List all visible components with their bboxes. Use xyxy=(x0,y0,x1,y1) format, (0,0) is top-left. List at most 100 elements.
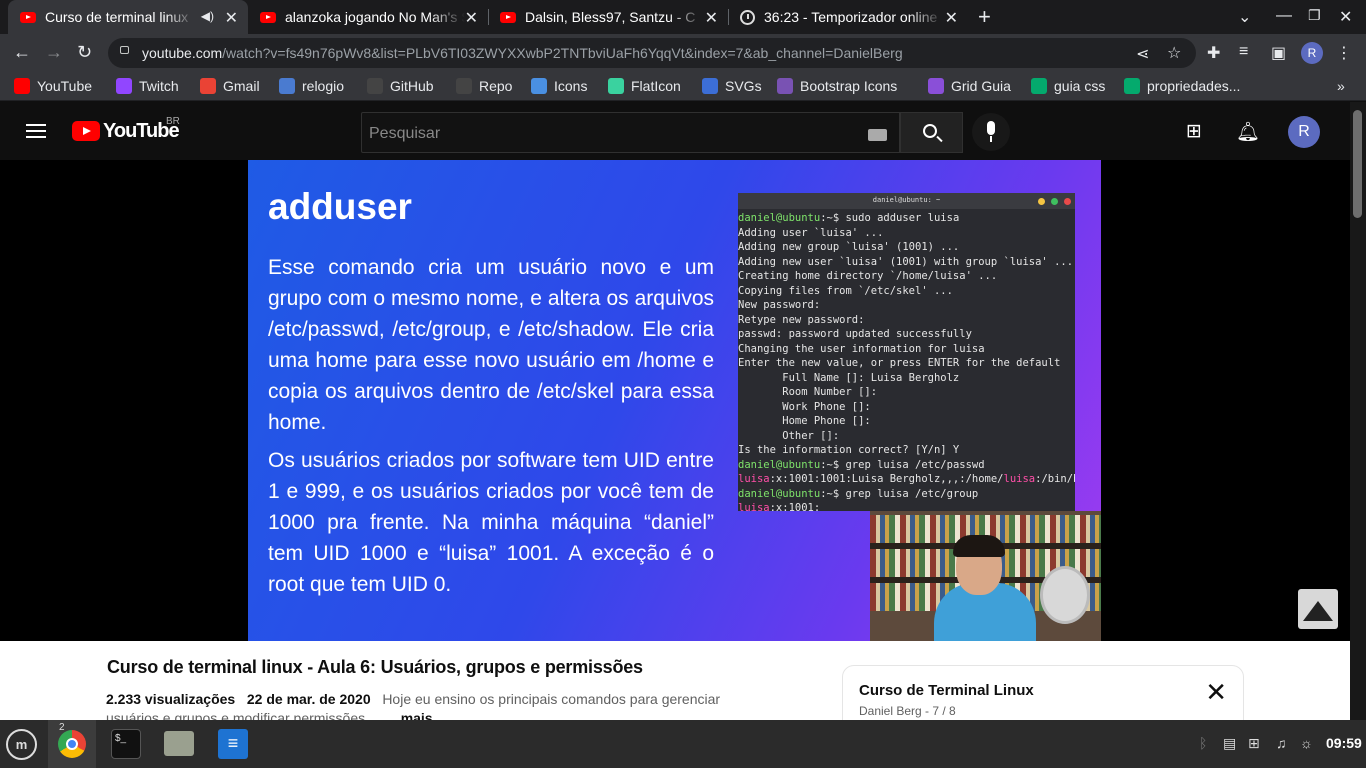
tab-curso-terminal[interactable]: Curso de terminal linux ◀) ✕ xyxy=(8,0,248,34)
terminal-minimize-dot xyxy=(1038,198,1045,205)
terminal-text: Adding new group `luisa' (1001) ... xyxy=(738,241,960,253)
media-control-icon[interactable]: ≡ xyxy=(1239,43,1248,61)
maximize-icon[interactable]: ❐ xyxy=(1308,7,1321,24)
bookmark-star-icon[interactable]: ☆ xyxy=(1167,43,1181,63)
playlist-title[interactable]: Curso de Terminal Linux xyxy=(859,682,1034,699)
file-manager-icon[interactable] xyxy=(164,731,194,756)
bookmark-propriedades[interactable]: propriedades... xyxy=(1124,77,1240,95)
terminal-line: Enter the new value, or press ENTER for … xyxy=(738,356,1075,371)
create-video-icon[interactable]: ⊞ xyxy=(1186,120,1202,143)
text-editor-icon[interactable]: ≡ xyxy=(218,729,248,759)
close-tab-icon[interactable]: ✕ xyxy=(465,8,478,28)
voice-search-icon[interactable] xyxy=(972,113,1010,151)
terminal-text: Changing the user information for luisa xyxy=(738,342,985,355)
bookmark-twitch[interactable]: Twitch xyxy=(116,77,179,95)
upload-date: 22 de mar. de 2020 xyxy=(246,691,371,707)
side-panel-icon[interactable]: ▣ xyxy=(1271,43,1286,63)
speaker-icon[interactable]: ◀) xyxy=(201,9,214,23)
hamburger-menu-icon[interactable] xyxy=(26,124,46,138)
bookmark-label: Icons xyxy=(554,78,588,94)
terminal-text: Work Phone []: xyxy=(738,400,871,413)
forward-icon[interactable]: → xyxy=(45,42,63,63)
search-input[interactable]: Pesquisar xyxy=(361,112,900,153)
terminal-line: Adding new group `luisa' (1001) ... xyxy=(738,240,1075,255)
page-scrollbar[interactable] xyxy=(1350,102,1366,720)
music-icon[interactable]: ♫ xyxy=(1276,735,1287,751)
terminal-text: daniel@ubuntu xyxy=(738,458,821,471)
terminal-line: passwd: password updated successfully xyxy=(738,327,1075,342)
more-button[interactable]: mais xyxy=(401,710,433,720)
close-window-icon[interactable]: ✕ xyxy=(1339,7,1352,27)
video-meta-2[interactable]: usuários e grupos e modificar permissões… xyxy=(106,710,433,720)
tab-search-icon[interactable]: ⌄ xyxy=(1238,7,1251,27)
menu-icon[interactable]: ⋮ xyxy=(1336,43,1352,63)
bookmark-flaticon[interactable]: FlatIcon xyxy=(608,77,681,95)
minimize-icon[interactable]: — xyxy=(1276,7,1292,25)
bookmark-grid-guia[interactable]: Grid Guia xyxy=(928,77,1011,95)
video-player[interactable]: adduser Esse comando cria um usuário nov… xyxy=(0,160,1350,641)
playlist-subtitle[interactable]: Daniel Berg - 7 / 8 xyxy=(859,704,956,718)
bookmark-label: Twitch xyxy=(139,78,179,94)
terminal-icon[interactable]: $_ xyxy=(111,729,141,759)
more-bookmarks-icon[interactable]: » xyxy=(1337,77,1345,95)
bookmark-github[interactable]: GitHub xyxy=(367,77,434,95)
bookmark-svgs[interactable]: SVGs xyxy=(702,77,762,95)
clock[interactable]: 09:59 xyxy=(1326,735,1362,751)
video-info: Curso de terminal linux - Aula 6: Usuári… xyxy=(0,641,1350,720)
region-code: BR xyxy=(166,116,180,127)
close-tab-icon[interactable]: ✕ xyxy=(225,8,238,28)
close-tab-icon[interactable]: ✕ xyxy=(945,8,958,28)
tab-alanzoka[interactable]: alanzoka jogando No Man's Sky ✕ xyxy=(248,0,488,34)
tab-dalsin[interactable]: Dalsin, Bless97, Santzu - C ✕ xyxy=(488,0,728,34)
bookmark-gmail[interactable]: Gmail xyxy=(200,77,260,95)
bookmark-repo[interactable]: Repo xyxy=(456,77,512,95)
reload-icon[interactable]: ↻ xyxy=(77,42,92,63)
channel-watermark-icon[interactable] xyxy=(1298,589,1338,629)
bookmark-bootstrap-icons[interactable]: Bootstrap Icons xyxy=(777,77,897,95)
extensions-icon[interactable]: ✚ xyxy=(1207,43,1220,63)
user-avatar[interactable]: R xyxy=(1288,116,1320,148)
bookmark-youtube[interactable]: YouTube xyxy=(14,77,92,95)
clipboard-icon[interactable]: ▤ xyxy=(1223,735,1236,752)
terminal-screenshot: daniel@ubuntu: ~ daniel@ubuntu:~$ sudo a… xyxy=(738,193,1075,514)
bookmark-label: Gmail xyxy=(223,78,260,94)
lock-icon[interactable] xyxy=(120,46,129,54)
chrome-taskbar-button[interactable]: 2 xyxy=(48,720,96,768)
terminal-maximize-dot xyxy=(1051,198,1058,205)
video-meta[interactable]: 2.233 visualizações 22 de mar. de 2020 H… xyxy=(106,691,720,707)
youtube-logo-icon[interactable] xyxy=(72,121,100,141)
bookmark-label: guia css xyxy=(1054,78,1106,94)
flaticon-icon xyxy=(608,78,624,94)
share-icon[interactable]: ⋖ xyxy=(1136,44,1149,64)
brightness-icon[interactable]: ☼ xyxy=(1300,735,1313,751)
bluetooth-icon[interactable]: ᛒ xyxy=(1199,735,1207,751)
network-icon[interactable]: ⊞ xyxy=(1248,735,1260,752)
tab-title: Curso de terminal linux xyxy=(45,9,189,25)
linux-mint-menu-icon[interactable]: m xyxy=(6,729,37,760)
notifications-icon[interactable]: 🔔︎ xyxy=(1236,120,1260,144)
svgrepo-icon xyxy=(702,78,718,94)
profile-avatar[interactable]: R xyxy=(1301,42,1323,64)
bookmark-relogio[interactable]: relogio xyxy=(279,77,344,95)
new-tab-button[interactable]: + xyxy=(978,4,991,30)
clock-icon xyxy=(279,78,295,94)
tab-title: alanzoka jogando No Man's Sky xyxy=(285,9,465,25)
terminal-text: :~$ grep luisa /etc/group xyxy=(820,487,979,500)
close-tab-icon[interactable]: ✕ xyxy=(705,8,718,28)
bookmark-icons[interactable]: Icons xyxy=(531,77,587,95)
search-button[interactable] xyxy=(900,112,963,153)
close-playlist-icon[interactable]: ✕ xyxy=(1205,677,1227,708)
terminal-line: daniel@ubuntu:~$ sudo adduser luisa xyxy=(738,211,1075,226)
tab-temporizador[interactable]: 36:23 - Temporizador online ✕ xyxy=(728,0,968,34)
terminal-line: Creating home directory `/home/luisa' ..… xyxy=(738,269,1075,284)
bookmark-guia-css[interactable]: guia css xyxy=(1031,77,1105,95)
github-icon xyxy=(367,78,383,94)
github-icon xyxy=(456,78,472,94)
clock-icon xyxy=(740,9,755,25)
bookmark-label: relogio xyxy=(302,78,345,94)
scrollbar-thumb[interactable] xyxy=(1353,110,1362,218)
back-icon[interactable]: ← xyxy=(13,42,31,63)
description-line-1: Hoje eu ensino os principais comandos pa… xyxy=(382,691,721,707)
keyboard-icon[interactable] xyxy=(868,129,887,141)
address-bar[interactable]: youtube.com/watch?v=fs49n76pWv8&list=PLb… xyxy=(108,38,1196,68)
